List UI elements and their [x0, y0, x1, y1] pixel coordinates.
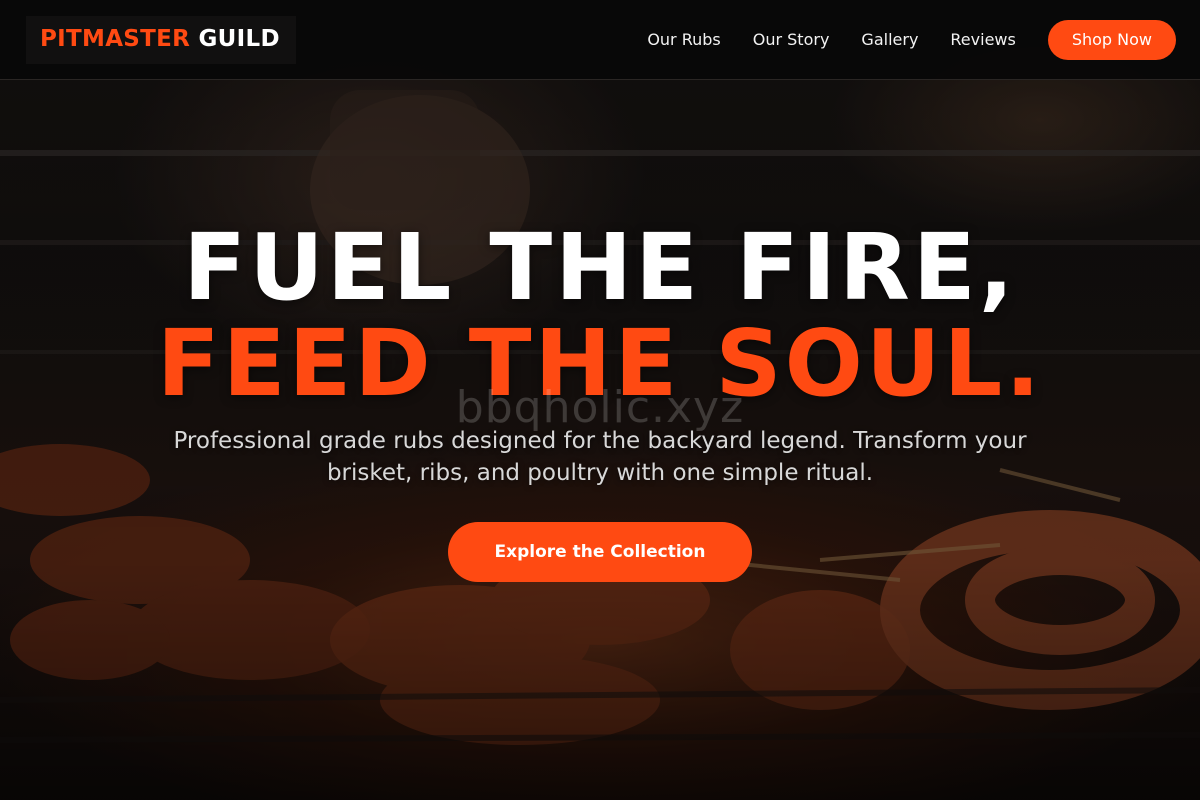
main-nav: Our Rubs Our Story Gallery Reviews Shop … — [647, 19, 1176, 60]
nav-link-our-story[interactable]: Our Story — [753, 30, 830, 49]
hero-section: FUEL THE FIRE, FEED THE SOUL. bbqholic.x… — [0, 80, 1200, 800]
hero-subtitle: Professional grade rubs designed for the… — [173, 428, 1027, 486]
hero-headline-line1: FUEL THE FIRE, — [183, 214, 1017, 321]
nav-link-gallery[interactable]: Gallery — [861, 30, 918, 49]
logo-text-primary: PITMASTER — [40, 25, 191, 52]
logo-text-secondary: GUILD — [198, 25, 280, 52]
shop-now-button[interactable]: Shop Now — [1047, 19, 1176, 60]
brand-logo[interactable]: PITMASTER GUILD — [26, 15, 296, 64]
nav-link-our-rubs[interactable]: Our Rubs — [647, 30, 720, 49]
explore-collection-button[interactable]: Explore the Collection — [448, 522, 752, 582]
landing-page: PITMASTER GUILD Our Rubs Our Story Galle… — [0, 0, 1200, 800]
site-header: PITMASTER GUILD Our Rubs Our Story Galle… — [0, 0, 1200, 80]
nav-link-reviews[interactable]: Reviews — [950, 30, 1015, 49]
